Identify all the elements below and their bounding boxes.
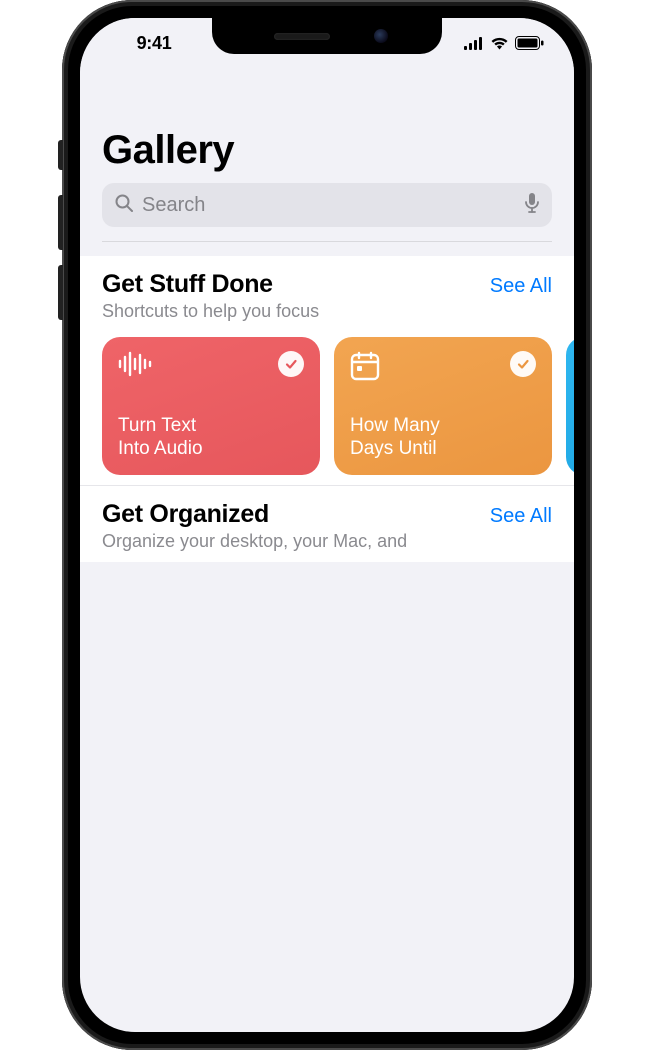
cellular-signal-icon (464, 37, 484, 50)
shortcut-card-how-many-days-until[interactable]: How Many Days Until (334, 337, 552, 475)
phone-device-frame: 9:41 (62, 0, 592, 1050)
section-subtitle: Organize your desktop, your Mac, and (102, 530, 490, 553)
section-get-stuff-done: Get Stuff Done Shortcuts to help you foc… (80, 256, 574, 486)
see-all-link[interactable]: See All (490, 275, 552, 298)
section-title: Get Organized (102, 500, 490, 529)
section-get-organized: Get Organized Organize your desktop, you… (80, 486, 574, 563)
calendar-icon (350, 351, 380, 381)
speaker (274, 33, 330, 40)
content-area: Get Stuff Done Shortcuts to help you foc… (80, 256, 574, 562)
battery-icon (515, 36, 544, 50)
search-input[interactable]: Search (102, 183, 552, 227)
header-area: Gallery Search (80, 68, 574, 256)
volume-up-button (58, 195, 63, 250)
shortcut-card-label: How Many Days Until (350, 415, 536, 461)
shortcut-card-label: Turn Text Into Audio (118, 415, 304, 461)
see-all-link[interactable]: See All (490, 505, 552, 528)
volume-down-button (58, 265, 63, 320)
page-title: Gallery (102, 128, 552, 173)
microphone-icon[interactable] (524, 192, 540, 219)
front-camera (374, 29, 388, 43)
status-time: 9:41 (114, 33, 194, 54)
checkmark-badge-icon (510, 351, 536, 377)
header-divider (102, 241, 552, 242)
shortcut-card-turn-text-into-audio[interactable]: Turn Text Into Audio (102, 337, 320, 475)
section-title: Get Stuff Done (102, 270, 490, 299)
checkmark-badge-icon (278, 351, 304, 377)
shortcut-card-peek[interactable] (566, 337, 574, 475)
phone-screen: 9:41 (80, 18, 574, 1032)
search-icon (114, 193, 134, 218)
shortcut-card-row[interactable]: Turn Text Into Audio (102, 337, 574, 475)
search-placeholder: Search (142, 194, 516, 217)
section-subtitle: Shortcuts to help you focus (102, 300, 490, 323)
wifi-icon (490, 36, 509, 50)
notch (212, 18, 442, 54)
side-button (58, 140, 63, 170)
waveform-icon (118, 351, 152, 377)
